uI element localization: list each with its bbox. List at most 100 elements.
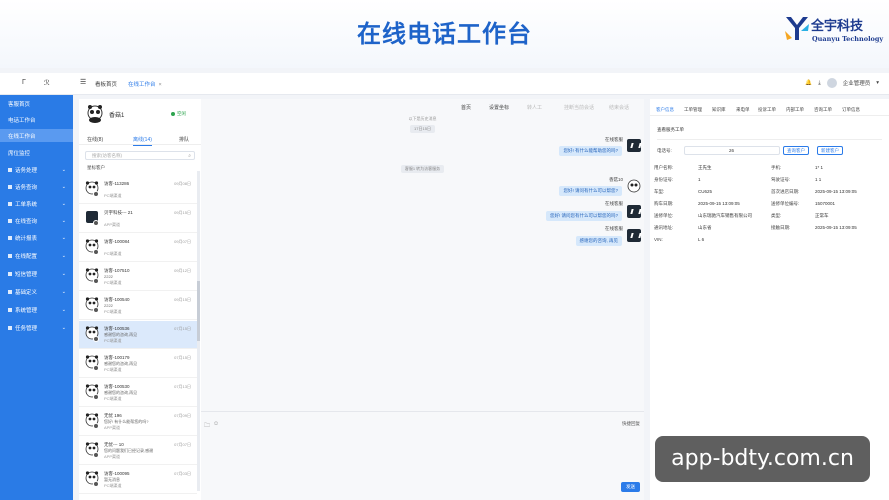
list-item[interactable]: 访客-100179 07月15日 感谢您的咨询,再见 PC端渠道 xyxy=(79,350,197,378)
folder-icon[interactable]: 🗀 xyxy=(204,421,210,431)
sidebar-item-call-handling[interactable]: 话务处理 ⌄ xyxy=(0,163,73,176)
transfer-note: 客服1 转为访客服务 xyxy=(201,165,644,173)
user-menu-caret-icon[interactable]: ▾ xyxy=(876,80,879,86)
scrollbar-thumb[interactable] xyxy=(197,281,200,341)
list-item[interactable]: 访客-113286 09月08日 PC端渠道 xyxy=(79,176,197,204)
sidebar-item-system[interactable]: 系统管理 ⌄ xyxy=(0,303,73,316)
field-value: 正常车 xyxy=(815,213,829,218)
chevron-down-icon: ⌄ xyxy=(61,306,66,313)
tab-complaint-ticket[interactable]: 投诉工单 xyxy=(758,107,776,113)
list-item[interactable]: 无忧 196 07月09日 您好! 有什么能帮您的吗? APP渠道 xyxy=(79,408,197,436)
field-label: 身份证号: xyxy=(654,177,674,182)
avatar[interactable] xyxy=(826,78,837,88)
list-item[interactable]: 访客-100530 07月13日 感谢您的咨询,再见 PC端渠道 xyxy=(79,379,197,407)
bell-icon[interactable]: 🔔 xyxy=(805,80,812,86)
tab-customer-info[interactable]: 客户信息 xyxy=(656,107,674,113)
chat-tool-end[interactable]: 结束会话 xyxy=(609,104,629,111)
channel-badge-icon xyxy=(93,481,99,487)
tab-queue[interactable]: 排队 xyxy=(179,136,189,143)
tab-call-form[interactable]: 来电单 xyxy=(736,107,750,113)
chevron-down-icon: ⌄ xyxy=(61,183,66,190)
tab-offline[interactable]: 离线(14) xyxy=(133,136,152,146)
refresh-icon[interactable]: ℛ xyxy=(44,79,50,87)
message-bubble: 您好! 请问您有什么可以帮您的吗? xyxy=(545,211,622,221)
field-label: 接触日期: xyxy=(771,225,791,230)
tab-ticket-manage[interactable]: 工单管理 xyxy=(684,107,702,113)
tab-order-info[interactable]: 订单信息 xyxy=(842,107,860,113)
query-customer-button[interactable]: 查询客户 xyxy=(783,146,809,155)
quick-reply-button[interactable]: 快捷回复 xyxy=(622,421,640,427)
list-item[interactable]: 贝宇科技--- 21 09月15日 APP渠道 xyxy=(79,205,197,233)
phone-label: 电话号: xyxy=(657,148,672,153)
chat-tool-home[interactable]: 首页 xyxy=(461,104,471,111)
chat-tool-set-coords[interactable]: 设置坐标 xyxy=(489,104,509,111)
search-icon[interactable]: ⌕ xyxy=(188,152,191,160)
phone-input[interactable]: 26 xyxy=(684,146,780,155)
chevron-down-icon: ⌄ xyxy=(61,270,66,277)
chat-panel: 首页 设置坐标 转人工 挂断当前会话 结束会话 以下是历史消息 17日15日 在… xyxy=(201,99,644,500)
message-sender: 在线客服 xyxy=(605,201,623,206)
conversation-time: 09月12日 xyxy=(174,268,191,273)
tab-internal-ticket[interactable]: 内部工单 xyxy=(786,107,804,113)
field-value: 王先生 xyxy=(698,165,712,170)
conversation-time: 07月13日 xyxy=(174,384,191,389)
hamburger-icon[interactable]: ☰ xyxy=(80,78,86,86)
chat-divider xyxy=(201,411,644,412)
section-divider xyxy=(657,139,882,140)
sidebar-item-online-config[interactable]: 在线配置 ⌄ xyxy=(0,249,73,262)
list-item[interactable]: 访客-100095 07月03日 暂无消息 PC端渠道 xyxy=(79,466,197,494)
channel-badge-icon xyxy=(93,220,99,226)
emoji-icon[interactable]: ☺ xyxy=(213,421,219,431)
list-item[interactable]: 访客-107510 09月12日 2222 PC端渠道 xyxy=(79,263,197,291)
tab-close-icon[interactable]: × xyxy=(159,82,162,88)
channel-badge-icon xyxy=(93,365,99,371)
chat-tool-transfer[interactable]: 转人工 xyxy=(527,104,542,111)
message-sender: 香菇10 xyxy=(608,177,623,182)
search-input[interactable]: 搜索(访客名称) ⌕ xyxy=(85,151,195,160)
collapse-menu-icon[interactable]: Γ xyxy=(22,79,26,86)
chevron-down-icon: ⌄ xyxy=(61,234,66,241)
starred-filter[interactable]: 星标客户 xyxy=(87,165,105,171)
sidebar-item-service-home[interactable]: 客服首页 xyxy=(0,97,73,110)
tab-inquiry-ticket[interactable]: 咨询工单 xyxy=(814,107,832,113)
new-customer-button[interactable]: 新建客户 xyxy=(817,146,843,155)
history-note: 以下是历史消息 xyxy=(408,116,437,121)
channel-badge-icon xyxy=(93,249,99,255)
conversation-channel: PC端渠道 xyxy=(104,396,122,401)
sidebar-item-reports[interactable]: 统计报表 ⌄ xyxy=(0,231,73,244)
sidebar-item-phone-workbench[interactable]: 电话工作台 xyxy=(0,113,73,126)
field-value: 1* 1 xyxy=(815,165,824,170)
status-badge[interactable]: 空闲 xyxy=(171,111,186,117)
list-item[interactable]: 访客-100540 09月15日 2222 PC端渠道 xyxy=(79,292,197,320)
channel-badge-icon xyxy=(93,191,99,197)
download-icon[interactable]: ⤓ xyxy=(818,80,820,87)
field-label: 手机: xyxy=(771,165,782,170)
sidebar-item-sms[interactable]: 短信管理 ⌄ xyxy=(0,267,73,280)
channel-badge-icon xyxy=(93,452,99,458)
sidebar-item-base-definitions[interactable]: 基础定义 ⌄ xyxy=(0,285,73,298)
list-item[interactable]: 访客-100084 09月07日 PC端渠道 xyxy=(79,234,197,262)
tab-online-workbench[interactable]: 在线工作台 × xyxy=(128,80,162,88)
field-value: 山东省 xyxy=(698,225,712,230)
list-item[interactable]: 访客-100536 07月15日 感谢您的咨询,再见 PC端渠道 xyxy=(79,321,197,349)
list-item[interactable]: 无忧--- 10 07月07日 您的问题我们已经记录,感谢 APP渠道 xyxy=(79,437,197,465)
conversation-channel: APP渠道 xyxy=(104,222,121,227)
sidebar-item-online-workbench[interactable]: 在线工作台 xyxy=(0,129,73,142)
user-name[interactable]: 企业管理员 xyxy=(843,79,871,87)
channel-badge-icon xyxy=(93,278,99,284)
sidebar-item-online-query[interactable]: 在线查询 ⌄ xyxy=(0,214,73,227)
sidebar-item-seat-monitor[interactable]: 席位监控 xyxy=(0,146,73,159)
tab-knowledge-base[interactable]: 知识库 xyxy=(712,107,726,113)
contacts-scrollbar[interactable] xyxy=(197,171,200,491)
sidebar-item-tasks[interactable]: 任务管理 ⌄ xyxy=(0,321,73,334)
send-button[interactable]: 发送 xyxy=(621,482,640,492)
tab-dashboard[interactable]: 看板首页 xyxy=(95,80,117,88)
menu-icon xyxy=(8,325,12,330)
sidebar-item-ticket-system[interactable]: 工单系统 ⌄ xyxy=(0,197,73,210)
field-label: 送修单位编号: xyxy=(771,201,800,206)
chat-tool-hangup[interactable]: 挂断当前会话 xyxy=(564,104,594,111)
tab-online[interactable]: 在线(8) xyxy=(87,136,103,143)
conversation-channel: APP渠道 xyxy=(104,425,121,430)
field-value: 2025-09-15 13:09:05 xyxy=(698,201,740,206)
sidebar-item-call-query[interactable]: 话务查询 ⌄ xyxy=(0,180,73,193)
